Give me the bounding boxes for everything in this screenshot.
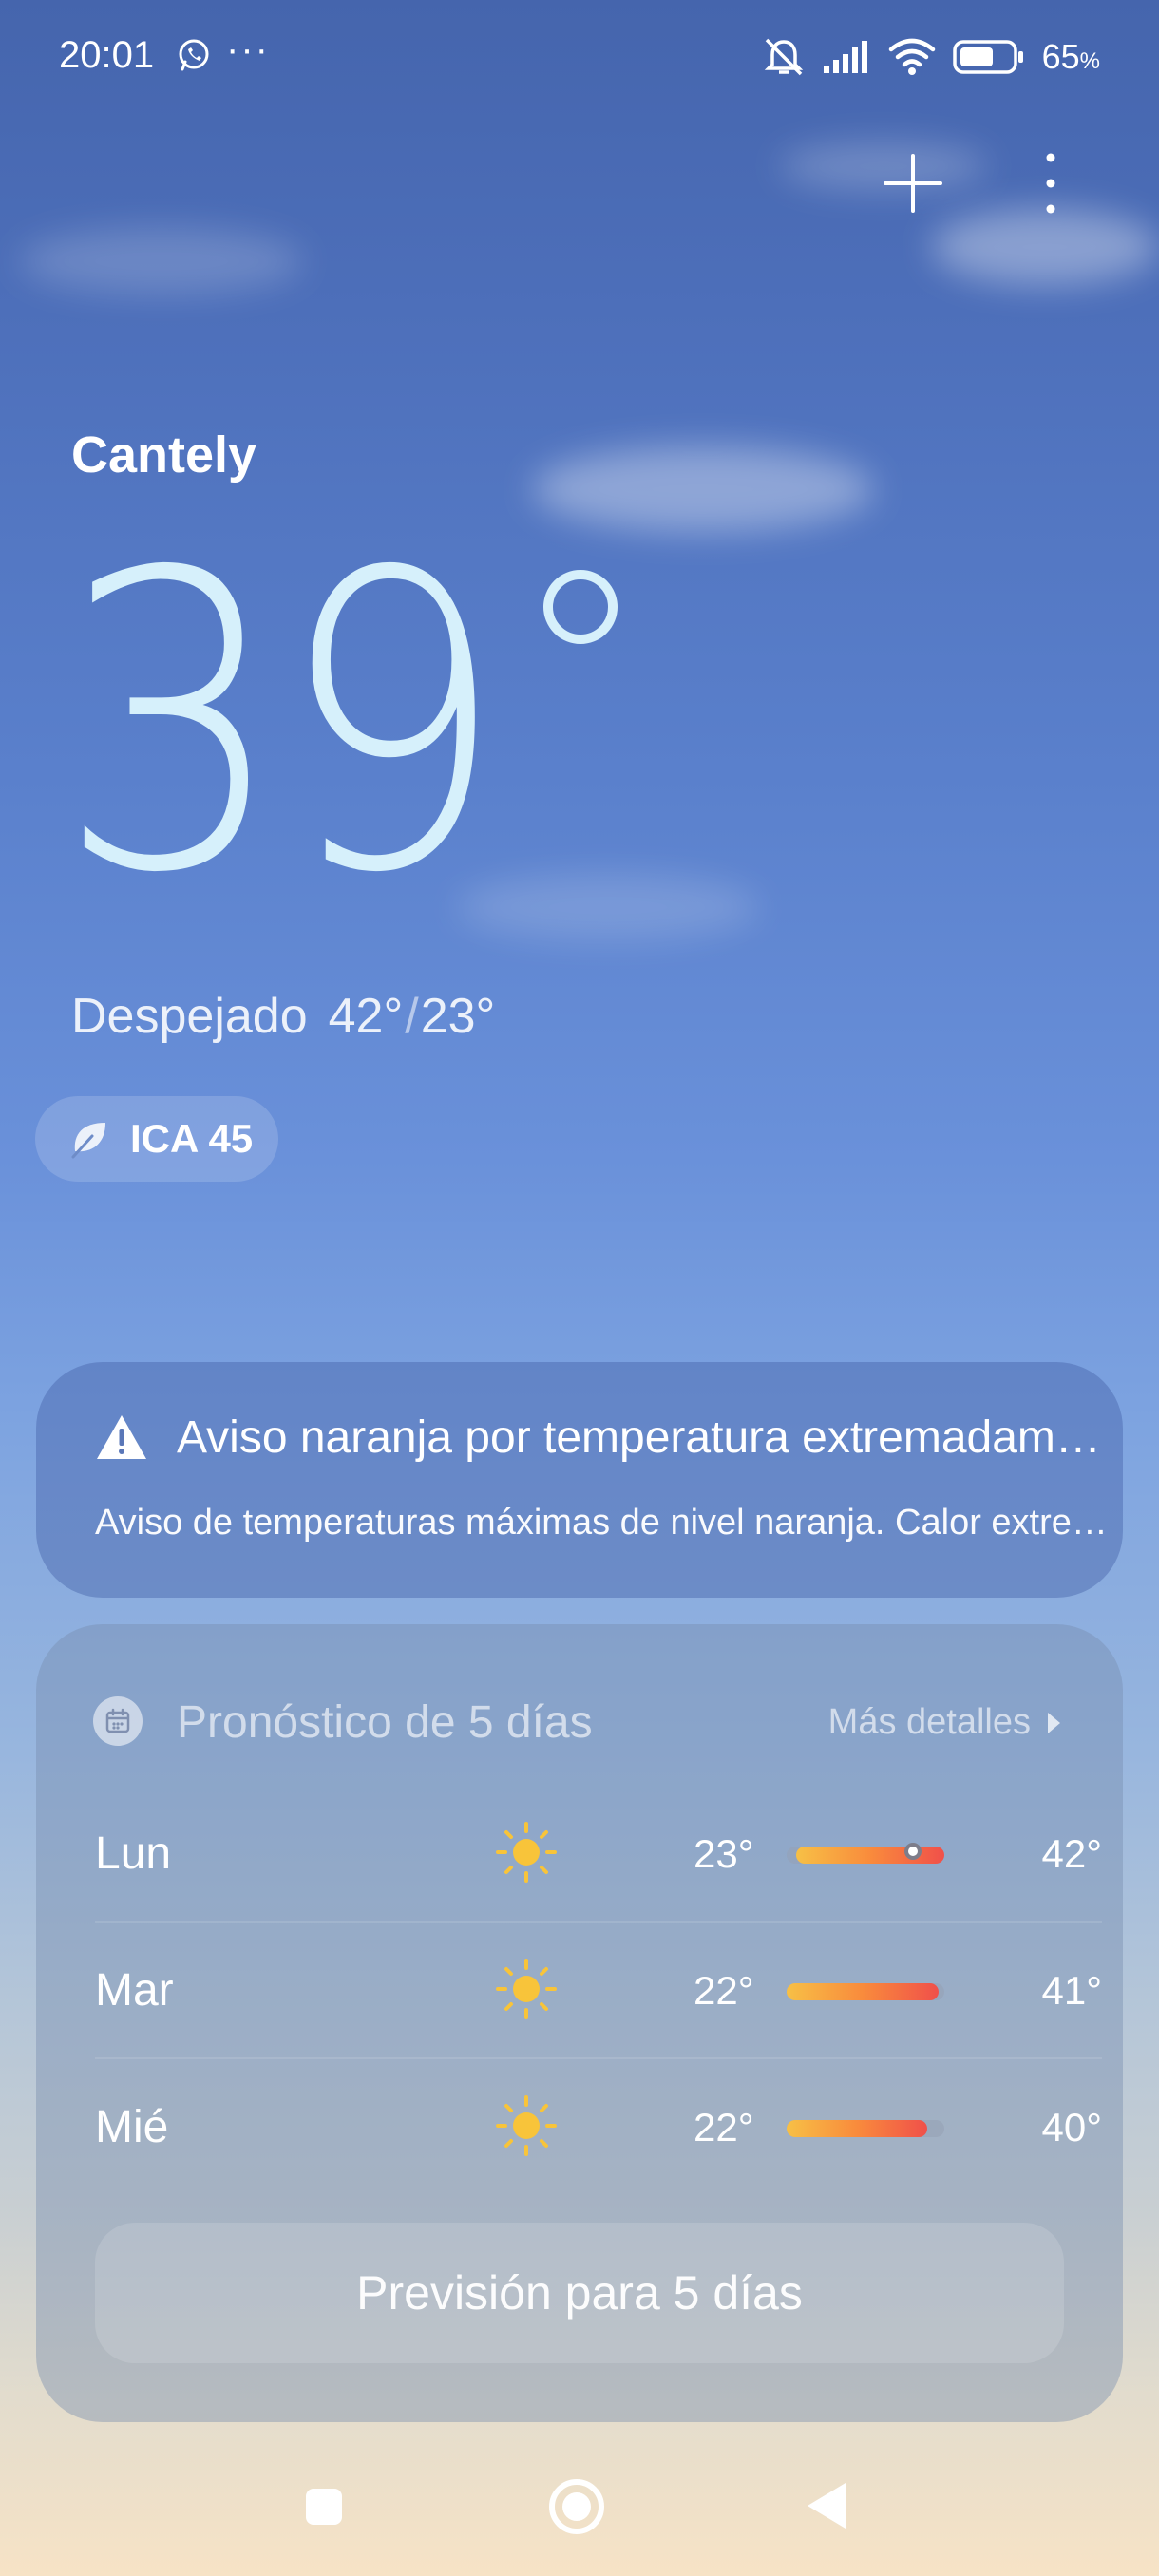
sun-icon: [496, 2095, 557, 2156]
forecast-high: 41°: [1041, 1968, 1102, 2013]
more-details-link[interactable]: Más detalles: [828, 1702, 1060, 1743]
calendar-icon: [93, 1696, 142, 1746]
high-temp: 42°: [328, 989, 404, 1044]
temp-separator: /: [405, 989, 419, 1044]
temp-range-bar: [787, 1983, 944, 2000]
temp-range-fill: [796, 1847, 944, 1864]
five-day-forecast-button[interactable]: Previsión para 5 días: [95, 2223, 1064, 2363]
leaf-icon: [71, 1123, 105, 1159]
more-details-label: Más detalles: [827, 1702, 1031, 1742]
temp-range-fill: [787, 1983, 939, 2000]
cloud: [532, 446, 874, 532]
degree-symbol: [543, 570, 618, 644]
forecast-high: 40°: [1041, 2105, 1102, 2150]
status-overflow-icon: ···: [226, 28, 270, 70]
forecast-day: Mar: [95, 1965, 174, 2016]
cloud: [931, 209, 1159, 285]
aqi-label: ICA 45: [130, 1116, 254, 1161]
chevron-right-icon: [1048, 1712, 1060, 1733]
alert-title: Aviso naranja por temperatura extremadam…: [177, 1412, 1108, 1463]
forecast-low: 22°: [694, 1968, 754, 2013]
low-temp: 23°: [420, 989, 496, 1044]
temp-range-bar: [787, 1843, 944, 1864]
weather-alert-card[interactable]: Aviso naranja por temperatura extremadam…: [36, 1362, 1123, 1598]
signal-icon: [823, 41, 867, 73]
current-temperature: 39: [57, 487, 506, 962]
temp-range-bar: [787, 2120, 944, 2137]
battery-icon: [952, 40, 1023, 74]
forecast-low: 22°: [694, 2105, 754, 2150]
forecast-row[interactable]: Mar 22° 41°: [95, 1923, 1102, 2059]
muted-bell-icon: [764, 38, 803, 76]
more-options-button[interactable]: [1036, 150, 1066, 217]
sun-icon: [496, 1822, 557, 1883]
sun-icon: [496, 1959, 557, 2019]
cloud: [19, 228, 304, 294]
cloud: [456, 874, 760, 940]
warning-icon: [97, 1415, 146, 1459]
home-button[interactable]: [549, 2479, 604, 2534]
forecast-row[interactable]: Mié 22° 40°: [95, 2059, 1102, 2196]
recent-apps-button[interactable]: [306, 2489, 342, 2525]
forecast-day: Mié: [95, 2102, 169, 2152]
forecast-day: Lun: [95, 1828, 172, 1879]
status-time: 20:01: [59, 34, 155, 76]
forecast-high: 42°: [1041, 1831, 1102, 1876]
back-button[interactable]: [808, 2483, 846, 2529]
alert-text: Aviso de temperaturas máximas de nivel n…: [95, 1503, 1112, 1543]
condition-line: Despejado 42°/23°: [71, 988, 495, 1045]
temp-range-fill: [787, 2120, 927, 2137]
whatsapp-icon: [179, 39, 209, 71]
current-temp-marker: [904, 1843, 922, 1860]
battery-percent: 65%: [1041, 37, 1100, 76]
condition-text: Despejado: [71, 989, 308, 1044]
add-city-button[interactable]: [880, 150, 946, 217]
city-name: Cantely: [71, 426, 257, 483]
forecast-row[interactable]: Lun 23° 42°: [95, 1786, 1102, 1923]
forecast-card: Pronóstico de 5 días Más detalles Lun 23…: [36, 1624, 1123, 2422]
status-bar: 20:01 ··· 65%: [0, 0, 1159, 114]
wifi-icon: [888, 38, 935, 75]
aqi-badge[interactable]: ICA 45: [35, 1096, 278, 1182]
forecast-low: 23°: [694, 1831, 754, 1876]
forecast-title: Pronóstico de 5 días: [177, 1697, 593, 1748]
